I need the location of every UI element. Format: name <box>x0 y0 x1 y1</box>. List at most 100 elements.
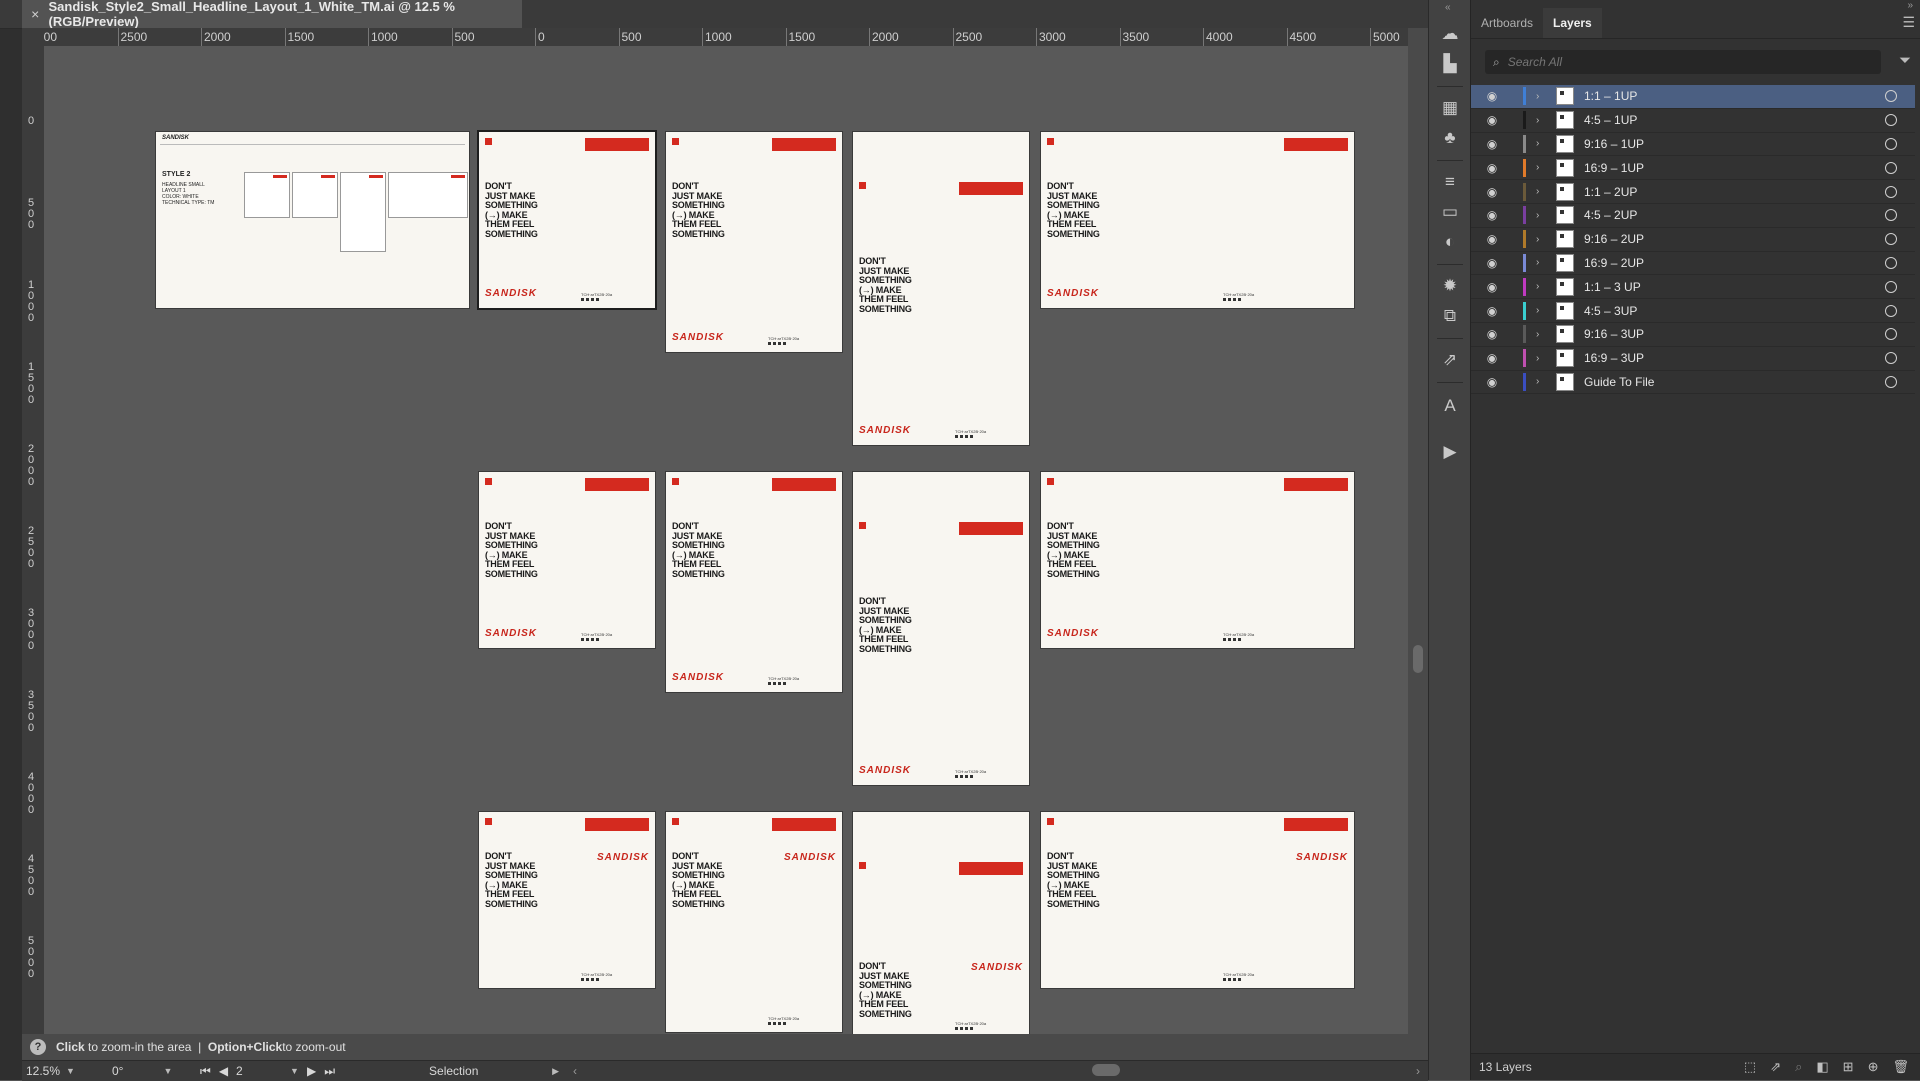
eye-icon[interactable]: ◉ <box>1479 375 1505 389</box>
help-icon[interactable]: ? <box>30 1039 46 1055</box>
symbols-icon[interactable]: ♣ <box>1437 126 1463 150</box>
layer-row[interactable]: ◉ › Guide To File <box>1471 371 1915 395</box>
filter-icon[interactable]: ⏷ <box>1899 52 1911 69</box>
target-circle-icon[interactable] <box>1885 352 1897 365</box>
current-tool-field[interactable]: Selection ▶ <box>425 1063 563 1079</box>
target-circle-icon[interactable] <box>1885 161 1897 174</box>
chevron-right-icon[interactable]: › <box>1536 329 1548 340</box>
appearance-icon[interactable]: ✹ <box>1437 274 1463 298</box>
gradient-icon[interactable]: ▭ <box>1437 200 1463 224</box>
horizontal-scroll-thumb[interactable] <box>1092 1064 1120 1076</box>
artboard[interactable]: DON'T JUST MAKE SOMETHING (→) MAKE THEM … <box>479 812 655 988</box>
layer-row[interactable]: ◉ › 16:9 – 3UP <box>1471 347 1915 371</box>
eye-icon[interactable]: ◉ <box>1479 304 1505 318</box>
layer-row[interactable]: ◉ › 1:1 – 2UP <box>1471 180 1915 204</box>
chevron-right-icon[interactable]: › <box>1536 91 1548 102</box>
canvas-area[interactable]: DON'T JUST MAKE SOMETHING (→) MAKE THEM … <box>44 46 1408 1037</box>
artboard[interactable]: DON'T JUST MAKE SOMETHING (→) MAKE THEM … <box>479 132 655 308</box>
eye-icon[interactable]: ◉ <box>1479 280 1505 294</box>
eye-icon[interactable]: ◉ <box>1479 351 1505 365</box>
new-layer-icon[interactable]: ⊕ <box>1868 1059 1879 1075</box>
artboard[interactable]: DON'T JUST MAKE SOMETHING (→) MAKE THEM … <box>666 812 842 1032</box>
eye-icon[interactable]: ◉ <box>1479 208 1505 222</box>
tab-artboards[interactable]: Artboards <box>1471 8 1543 38</box>
chevron-right-icon[interactable]: › <box>1536 353 1548 364</box>
artboard-dropdown-icon[interactable]: ▼ <box>290 1066 299 1076</box>
layer-row[interactable]: ◉ › 4:5 – 1UP <box>1471 109 1915 133</box>
target-circle-icon[interactable] <box>1885 375 1897 388</box>
chevron-right-icon[interactable]: › <box>1536 186 1548 197</box>
target-circle-icon[interactable] <box>1885 328 1897 341</box>
chevron-right-icon[interactable]: › <box>1536 305 1548 316</box>
guide-artboard[interactable]: SANDISK STYLE 2 HEADLINE SMALL LAYOUT 1 CO… <box>156 132 469 308</box>
layer-row[interactable]: ◉ › 4:5 – 2UP <box>1471 204 1915 228</box>
target-circle-icon[interactable] <box>1885 233 1897 246</box>
chevron-right-icon[interactable]: › <box>1536 210 1548 221</box>
target-circle-icon[interactable] <box>1885 90 1897 103</box>
last-artboard-icon[interactable]: ⏭ <box>324 1064 335 1079</box>
target-circle-icon[interactable] <box>1885 185 1897 198</box>
collapse-strip-icon[interactable]: « <box>1445 2 1451 13</box>
vertical-scrollbar[interactable] <box>1408 28 1428 1060</box>
eye-icon[interactable]: ◉ <box>1479 113 1505 127</box>
zoom-dropdown-icon[interactable]: ▼ <box>66 1066 75 1076</box>
libraries-icon[interactable]: ☁ <box>1437 22 1463 46</box>
eye-icon[interactable]: ◉ <box>1479 137 1505 151</box>
layer-row[interactable]: ◉ › 4:5 – 3UP <box>1471 299 1915 323</box>
target-circle-icon[interactable] <box>1885 304 1897 317</box>
layer-row[interactable]: ◉ › 9:16 – 2UP <box>1471 228 1915 252</box>
vertical-ruler[interactable]: 0 500 1000 1500 2000 2500 3000 3500 4000 4500 5000 <box>22 46 45 1056</box>
artboard[interactable]: DON'T JUST MAKE SOMETHING (→) MAKE THEM … <box>479 472 655 648</box>
collect-export-icon[interactable]: ⬚ <box>1744 1059 1756 1075</box>
document-info-icon[interactable]: ▙ <box>1437 52 1463 76</box>
eye-icon[interactable]: ◉ <box>1479 185 1505 199</box>
ruler-origin[interactable] <box>22 28 44 46</box>
artboard[interactable]: DON'T JUST MAKE SOMETHING (→) MAKE THEM … <box>666 132 842 352</box>
target-circle-icon[interactable] <box>1885 137 1897 150</box>
rotation-field[interactable]: 0° ▼ <box>108 1063 188 1079</box>
eye-icon[interactable]: ◉ <box>1479 161 1505 175</box>
artboard[interactable]: DON'T JUST MAKE SOMETHING (→) MAKE THEM … <box>666 472 842 692</box>
new-sublayer-icon[interactable]: ⊞ <box>1843 1059 1854 1075</box>
chevron-right-icon[interactable]: › <box>1536 115 1548 126</box>
chevron-right-icon[interactable]: › <box>1536 234 1548 245</box>
swatches-icon[interactable]: ▦ <box>1437 96 1463 120</box>
tab-layers[interactable]: Layers <box>1543 8 1602 38</box>
scroll-right-icon[interactable]: › <box>1416 1064 1420 1078</box>
make-clip-mask-icon[interactable]: ◧ <box>1816 1059 1828 1075</box>
next-artboard-icon[interactable]: ▶ <box>307 1064 316 1078</box>
graphic-styles-icon[interactable]: ⧉ <box>1437 304 1463 328</box>
eye-icon[interactable]: ◉ <box>1479 256 1505 270</box>
locate-object-icon[interactable]: ⌕ <box>1795 1059 1802 1075</box>
target-circle-icon[interactable] <box>1885 256 1897 269</box>
panel-menu-icon[interactable]: ☰ <box>1902 14 1915 31</box>
artboard[interactable]: DON'T JUST MAKE SOMETHING (→) MAKE THEM … <box>1041 812 1354 988</box>
actions-play-icon[interactable]: ▶ <box>1437 440 1463 464</box>
delete-layer-icon[interactable]: 🗑 <box>1892 1059 1909 1075</box>
vertical-scroll-thumb[interactable] <box>1413 645 1423 673</box>
artboard[interactable]: DON'T JUST MAKE SOMETHING (→) MAKE THEM … <box>1041 132 1354 308</box>
layer-row[interactable]: ◉ › 16:9 – 1UP <box>1471 156 1915 181</box>
chevron-right-icon[interactable]: › <box>1536 162 1548 173</box>
search-input[interactable] <box>1505 54 1850 70</box>
close-tab-icon[interactable]: × <box>22 6 49 22</box>
previous-artboard-icon[interactable]: ◀ <box>219 1064 228 1078</box>
horizontal-ruler[interactable]: 0002500200015001000500050010001500200025… <box>44 28 1408 47</box>
layer-row[interactable]: ◉ › 9:16 – 3UP <box>1471 323 1915 347</box>
chevron-right-icon[interactable]: › <box>1536 257 1548 268</box>
target-circle-icon[interactable] <box>1885 114 1897 127</box>
layer-row[interactable]: ◉ › 16:9 – 2UP <box>1471 252 1915 276</box>
target-circle-icon[interactable] <box>1885 280 1897 293</box>
target-circle-icon[interactable] <box>1885 209 1897 222</box>
first-artboard-icon[interactable]: ⏮ <box>200 1064 211 1079</box>
artboard[interactable]: DON'T JUST MAKE SOMETHING (→) MAKE THEM … <box>853 812 1029 1037</box>
layer-row[interactable]: ◉ › 9:16 – 1UP <box>1471 133 1915 157</box>
document-tab[interactable]: × Sandisk_Style2_Small_Headline_Layout_1… <box>22 0 522 29</box>
artboard[interactable]: DON'T JUST MAKE SOMETHING (→) MAKE THEM … <box>853 132 1029 445</box>
zoom-field[interactable]: 12.5% ▼ <box>22 1063 102 1079</box>
layer-row[interactable]: ◉ › 1:1 – 1UP <box>1471 85 1915 109</box>
chevron-right-icon[interactable]: › <box>1536 376 1548 387</box>
scroll-left-icon[interactable]: ‹ <box>573 1064 577 1078</box>
eye-icon[interactable]: ◉ <box>1479 89 1505 103</box>
character-icon[interactable]: A <box>1437 394 1463 418</box>
